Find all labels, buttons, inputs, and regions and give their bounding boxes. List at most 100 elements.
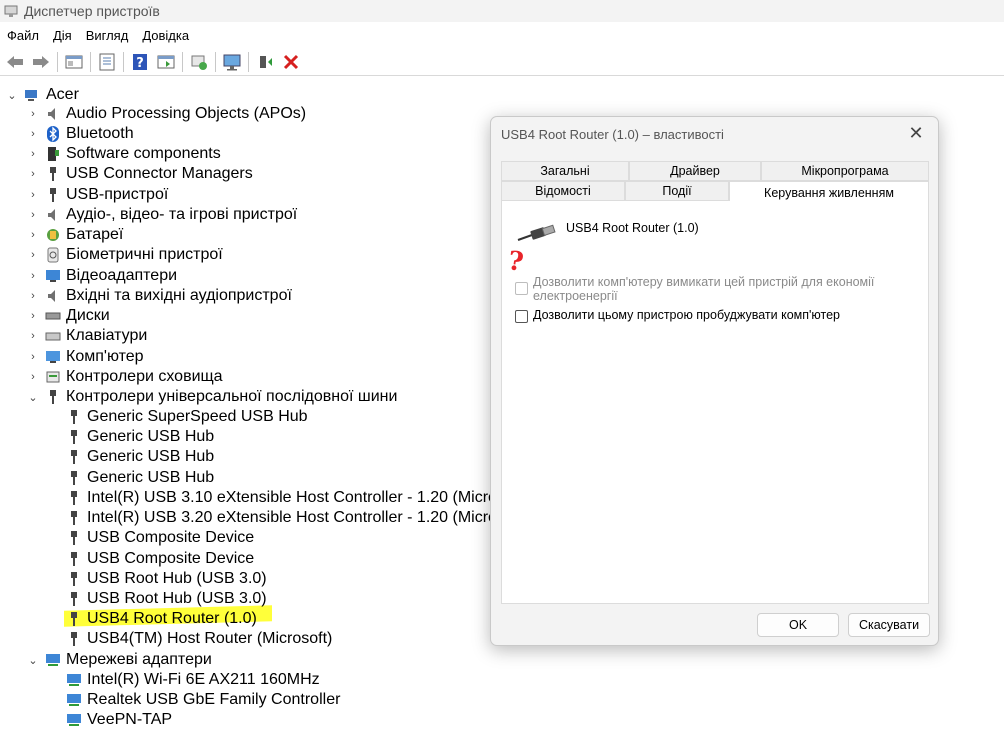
tree-item-apos[interactable]: › Audio Processing Objects (APOs) — [27, 104, 306, 124]
menu-action[interactable]: Дія — [46, 28, 79, 43]
tree-item-display-adapters[interactable]: › Відеоадаптери — [27, 266, 177, 286]
chevron-right-icon[interactable]: › — [27, 108, 39, 120]
chevron-right-icon[interactable]: › — [27, 371, 39, 383]
scan-hardware-icon — [191, 55, 207, 70]
chevron-right-icon[interactable]: › — [27, 229, 39, 241]
chevron-right-icon[interactable]: › — [27, 189, 39, 201]
usb-device-row[interactable]: USB4(TM) Host Router (Microsoft) — [66, 629, 332, 649]
forward-button[interactable] — [30, 51, 52, 73]
usb-plug-icon — [71, 410, 77, 424]
allow-power-off-checkbox[interactable] — [515, 282, 528, 295]
tree-item-biometric[interactable]: › Біометричні пристрої — [27, 245, 223, 265]
tab-power-management[interactable]: Керування живленням — [729, 181, 929, 203]
tab-details[interactable]: Відомості — [501, 181, 625, 201]
chevron-down-icon[interactable]: ⌄ — [27, 654, 39, 667]
tree-item-disks[interactable]: › Диски — [27, 306, 110, 326]
tree-item-network-adapters[interactable]: ⌄ Мережеві адаптери — [27, 650, 211, 670]
chevron-down-icon[interactable]: ⌄ — [27, 391, 39, 404]
chevron-right-icon[interactable]: › — [27, 330, 39, 342]
chevron-right-icon[interactable]: › — [27, 209, 39, 221]
close-button[interactable]: ✕ — [906, 123, 926, 144]
chevron-right-icon[interactable]: › — [27, 270, 39, 282]
usb-device-row[interactable]: Generic SuperSpeed USB Hub — [66, 407, 308, 427]
usb-device-row[interactable]: Intel(R) USB 3.10 eXtensible Host Contro… — [66, 488, 528, 508]
tree-item-computer[interactable]: › Комп'ютер — [27, 347, 143, 367]
chevron-right-icon[interactable]: › — [27, 168, 39, 180]
usb-device-label: USB4(TM) Host Router (Microsoft) — [87, 630, 333, 647]
tree-item-audio-video[interactable]: › Аудіо-, відео- та ігрові пристрої — [27, 205, 297, 225]
usb-device-row[interactable]: Generic USB Hub — [66, 468, 214, 488]
usb-device-row[interactable]: Generic USB Hub — [66, 447, 214, 467]
tree-item-bluetooth[interactable]: › Bluetooth — [27, 124, 134, 144]
menu-help[interactable]: Довідка — [135, 28, 196, 43]
chevron-right-icon[interactable]: › — [27, 290, 39, 302]
tree-root[interactable]: ⌄ Acer — [6, 85, 79, 105]
menu-view[interactable]: Вигляд — [79, 28, 136, 43]
usb-device-row[interactable]: USB Root Hub (USB 3.0) — [66, 589, 267, 609]
usb-device-label: Generic USB Hub — [87, 448, 215, 465]
properties-view-button[interactable] — [63, 51, 85, 73]
update-driver-button[interactable] — [254, 51, 276, 73]
network-device-label: Realtek USB GbE Family Controller — [87, 691, 341, 708]
toolbar-separator — [182, 51, 183, 72]
tree-item-usb-controllers[interactable]: ⌄ Контролери універсальної послідовної ш… — [27, 387, 397, 407]
ok-button[interactable]: OK — [757, 613, 839, 637]
tree-item-keyboards[interactable]: › Клавіатури — [27, 326, 147, 346]
usb4-root-router-row[interactable]: USB4 Root Router (1.0) — [66, 609, 257, 629]
network-device-label: Intel(R) Wi-Fi 6E AX211 160MHz — [87, 671, 320, 688]
svg-text:?: ? — [136, 56, 144, 71]
tree-item-software-components[interactable]: › Software components — [27, 144, 221, 164]
chevron-right-icon[interactable]: › — [27, 310, 39, 322]
tree-item-usb-connector-managers[interactable]: › USB Connector Managers — [27, 164, 253, 184]
allow-wake-option[interactable]: Дозволити цьому пристрою пробуджувати ко… — [515, 308, 840, 323]
toolbar-separator — [215, 51, 216, 72]
tree-item-audio-io[interactable]: › Вхідні та вихідні аудіопристрої — [27, 286, 292, 306]
device-manager-app-icon — [4, 5, 18, 17]
chevron-right-icon[interactable]: › — [27, 148, 39, 160]
tree-item-batteries[interactable]: › Батареї — [27, 225, 123, 245]
tree-item-label: Відеоадаптери — [66, 267, 178, 284]
help-button[interactable]: ? — [129, 51, 151, 73]
speaker-icon — [48, 108, 55, 120]
tree-item-usb-devices[interactable]: › USB-пристрої — [27, 185, 168, 205]
usb-device-label: Generic USB Hub — [87, 428, 215, 445]
disk-drive-icon — [45, 312, 61, 320]
bluetooth-icon — [47, 126, 59, 142]
chevron-right-icon[interactable]: › — [27, 351, 39, 363]
dialog-title: USB4 Root Router (1.0) – властивості — [501, 127, 724, 142]
usb-device-row[interactable]: USB Root Hub (USB 3.0) — [66, 569, 267, 589]
toolbar-separator — [248, 51, 249, 72]
network-adapter-icon — [67, 674, 81, 686]
speaker-icon — [48, 290, 55, 302]
usb-device-row[interactable]: Generic USB Hub — [66, 427, 214, 447]
uninstall-button[interactable] — [280, 51, 302, 73]
install-driver-icon — [260, 55, 272, 68]
usb-device-row[interactable]: Intel(R) USB 3.20 eXtensible Host Contro… — [66, 508, 528, 528]
usb-plug-icon — [71, 572, 77, 586]
back-button[interactable] — [4, 51, 26, 73]
cancel-button[interactable]: Скасувати — [848, 613, 930, 637]
usb-plug-icon — [71, 552, 77, 566]
allow-wake-checkbox[interactable] — [515, 310, 528, 323]
keyboard-icon — [45, 332, 61, 341]
tree-item-storage-controllers[interactable]: › Контролери сховища — [27, 367, 222, 387]
chevron-right-icon[interactable]: › — [27, 249, 39, 261]
chevron-right-icon[interactable]: › — [27, 128, 39, 140]
usb-device-row[interactable]: USB Composite Device — [66, 528, 254, 548]
monitor-button[interactable] — [221, 51, 243, 73]
usb-plug-icon — [50, 390, 56, 404]
usb-device-row[interactable]: USB Composite Device — [66, 549, 254, 569]
list-view-button[interactable] — [96, 51, 118, 73]
network-device-row[interactable]: VeePN-TAP — [66, 710, 172, 730]
menu-file[interactable]: Файл — [0, 28, 46, 43]
tab-general[interactable]: Загальні — [501, 161, 629, 181]
tab-events[interactable]: Події — [625, 181, 729, 201]
scan-hardware-button[interactable] — [188, 51, 210, 73]
chevron-down-icon[interactable]: ⌄ — [6, 89, 18, 102]
network-device-row[interactable]: Realtek USB GbE Family Controller — [66, 690, 340, 710]
tab-firmware[interactable]: Мікропрограма — [761, 161, 929, 181]
action-pane-button[interactable] — [155, 51, 177, 73]
network-device-row[interactable]: Intel(R) Wi-Fi 6E AX211 160MHz — [66, 670, 320, 690]
tab-driver[interactable]: Драйвер — [629, 161, 761, 181]
tree-item-label: Клавіатури — [66, 327, 148, 344]
